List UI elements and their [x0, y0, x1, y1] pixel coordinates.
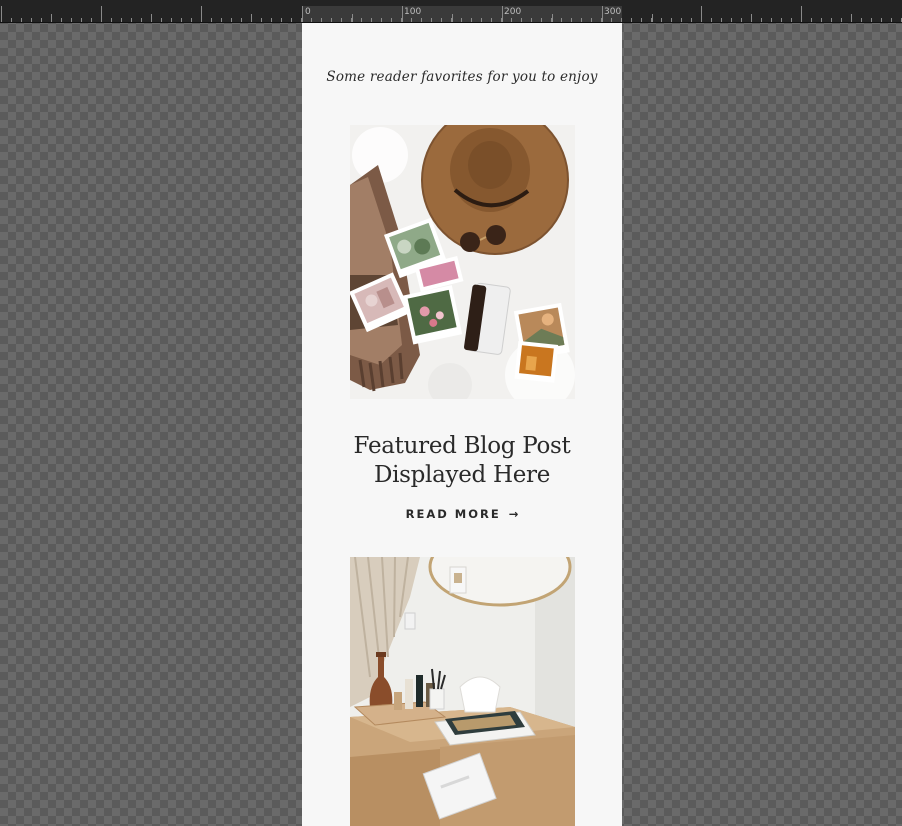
read-more-link[interactable]: READ MORE → [302, 507, 622, 521]
second-post-image[interactable] [350, 557, 575, 826]
featured-post-image[interactable] [350, 125, 575, 399]
ruler-major-tick [1, 6, 2, 22]
artboard[interactable]: Some reader favorites for you to enjoy F… [302, 23, 622, 826]
ruler-mid-tick [51, 14, 52, 22]
ruler-mid-tick [352, 14, 353, 22]
read-more-label: READ MORE [405, 507, 501, 521]
ruler-mid-tick [552, 14, 553, 22]
post-title-line: Displayed Here [373, 462, 551, 488]
ruler-label: 200 [504, 7, 522, 17]
flatlay-hat-photos-image [350, 125, 575, 399]
ruler-label: 0 [305, 7, 311, 17]
ruler-major-tick [701, 6, 702, 22]
ruler-major-tick [201, 6, 202, 22]
ruler-ticks [0, 0, 902, 22]
ruler-major-tick [101, 6, 102, 22]
ruler-major-tick [602, 6, 603, 22]
ruler-label: 100 [404, 7, 422, 17]
ruler-mid-tick [151, 14, 152, 22]
ruler-mid-tick [851, 14, 852, 22]
ruler-major-tick [302, 6, 303, 22]
ruler-mid-tick [452, 14, 453, 22]
ruler-label: 300 [604, 7, 622, 17]
ruler-mid-tick [751, 14, 752, 22]
section-tagline: Some reader favorites for you to enjoy [326, 69, 598, 85]
arrow-right-icon: → [508, 507, 519, 521]
ruler-major-tick [502, 6, 503, 22]
vanity-dresser-image [350, 557, 575, 826]
post-title[interactable]: Featured Blog Post Displayed Here [302, 432, 622, 490]
post-title-line: Featured Blog Post [353, 433, 571, 459]
ruler-mid-tick [251, 14, 252, 22]
ruler-mid-tick [652, 14, 653, 22]
ruler-major-tick [801, 6, 802, 22]
horizontal-ruler[interactable]: 0 100 200 300 [0, 0, 902, 23]
ruler-major-tick [402, 6, 403, 22]
